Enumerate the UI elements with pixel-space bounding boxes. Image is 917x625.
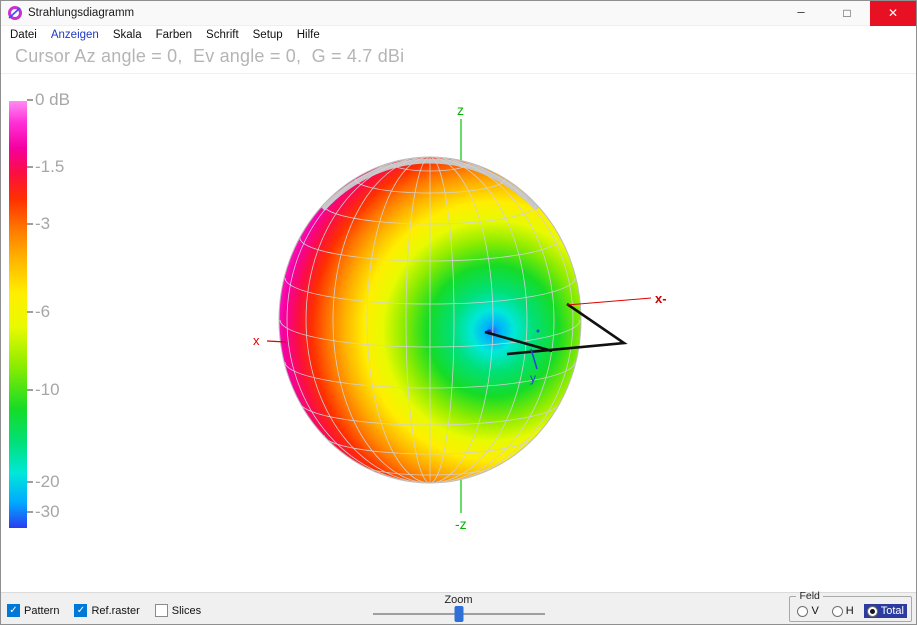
y-axis-label: y [530,371,536,385]
menu-item-skala[interactable]: Skala [106,29,149,41]
zoom-slider-track[interactable] [372,606,545,622]
feld-options: V H Total [794,604,907,618]
feld-radio-h[interactable]: H [829,604,857,618]
refraster-checkbox-label: Ref.raster [91,604,140,617]
minimize-button[interactable]: – [778,1,824,26]
maximize-button[interactable]: □ [824,1,870,26]
pattern-checkbox-label: Pattern [24,604,60,617]
zoom-label: Zoom [444,594,473,606]
z-axis-label: z [457,102,464,118]
zoom-control: Zoom [359,594,559,622]
feld-radio-total-label: Total [880,605,904,617]
radio-icon [831,605,843,617]
window-controls: – □ ✕ [778,1,916,26]
y-axis-dot [536,329,540,333]
app-window: Strahlungsdiagramm – □ ✕ Datei Anzeigen … [0,0,917,625]
menu-item-setup[interactable]: Setup [246,29,290,41]
x-minus-axis-label: x- [655,291,667,306]
feld-radio-v-label: V [811,605,819,617]
menubar: Datei Anzeigen Skala Farben Schrift Setu… [1,26,916,44]
radio-icon [797,605,809,617]
slices-checkbox-label: Slices [171,604,202,617]
menu-item-hilfe[interactable]: Hilfe [290,29,327,41]
refraster-checkbox[interactable]: ✓ Ref.raster [74,604,140,617]
radiation-pattern-3d[interactable]: x x- y z -z [1,44,917,594]
menu-item-schrift[interactable]: Schrift [199,29,246,41]
feld-radio-v[interactable]: V [794,604,821,618]
window-title: Strahlungsdiagramm [28,7,135,19]
plot-canvas: Cursor Az angle = 0, Ev angle = 0, G = 4… [1,44,916,592]
feld-radio-h-label: H [845,605,854,617]
app-icon [7,5,23,21]
zoom-slider-thumb[interactable] [454,606,463,622]
feld-radio-total[interactable]: Total [863,604,907,618]
radio-selected-icon [866,605,878,617]
titlebar: Strahlungsdiagramm – □ ✕ [1,1,916,26]
x-axis-label: x [253,333,260,348]
checkbox-check-icon: ✓ [74,604,88,617]
slices-checkbox[interactable]: Slices [154,604,202,617]
checkbox-check-icon: ✓ [7,604,20,617]
menu-item-anzeigen[interactable]: Anzeigen [44,29,106,41]
menu-item-farben[interactable]: Farben [149,29,199,41]
menu-item-datei[interactable]: Datei [3,29,44,41]
feld-group: Feld V H Total [789,590,912,622]
feld-legend: Feld [799,590,820,602]
close-button[interactable]: ✕ [870,1,916,26]
checkbox-empty-icon [154,604,168,617]
z-minus-axis-label: -z [455,516,467,532]
pattern-checkbox[interactable]: ✓ Pattern [7,604,59,617]
bottom-toolbar: ✓ Pattern ✓ Ref.raster Slices Zoom Feld [1,590,916,624]
display-checkboxes: ✓ Pattern ✓ Ref.raster Slices [7,604,201,617]
